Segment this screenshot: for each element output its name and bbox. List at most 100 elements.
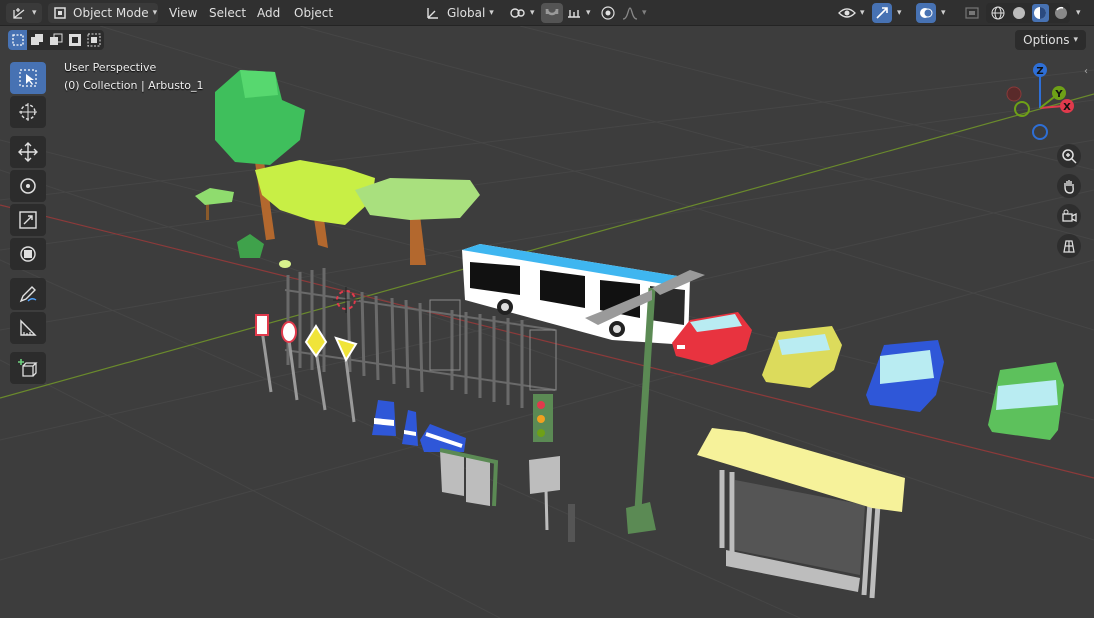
sidebar-toggle-arrow[interactable]: ‹ xyxy=(1084,66,1094,82)
falloff-curve-icon xyxy=(622,7,638,20)
pan-button[interactable] xyxy=(1057,174,1081,198)
navigation-gizmo[interactable]: Z Y X xyxy=(1002,60,1082,150)
snap-target-selector[interactable]: ▾ xyxy=(564,3,594,23)
collection-info-label: (0) Collection | Arbusto_1 xyxy=(64,79,204,92)
xray-toggle[interactable] xyxy=(962,3,982,23)
select-mode-intersect[interactable] xyxy=(84,30,103,50)
shading-solid-button[interactable] xyxy=(1010,4,1027,22)
tool-transform[interactable] xyxy=(10,238,46,270)
scene-canvas[interactable] xyxy=(0,26,1094,618)
view-name-label: User Perspective xyxy=(64,61,157,74)
3d-viewport[interactable]: User Perspective (0) Collection | Arbust… xyxy=(0,26,1094,618)
chevron-down-icon: ▾ xyxy=(897,8,902,18)
ortho-toggle-button[interactable] xyxy=(1057,234,1081,258)
menu-object[interactable]: Object xyxy=(294,4,333,22)
solid-sphere-icon xyxy=(1012,7,1025,19)
gizmo-neg-y-axis[interactable] xyxy=(1014,101,1030,117)
camera-view-button[interactable] xyxy=(1057,204,1081,228)
gizmo-x-label: X xyxy=(1063,102,1071,113)
menu-select[interactable]: Select xyxy=(209,4,246,22)
transform-icon xyxy=(20,246,36,262)
editor-type-button[interactable]: ▾ xyxy=(6,3,42,23)
shading-wireframe-button[interactable] xyxy=(989,4,1006,22)
tool-measure[interactable] xyxy=(10,312,46,344)
proportional-edit-toggle[interactable] xyxy=(598,3,618,23)
mode-selector[interactable]: Object Mode ▾ xyxy=(48,3,158,23)
snap-toggle[interactable] xyxy=(541,3,563,23)
select-invert-icon xyxy=(68,34,81,46)
chevron-down-icon: ▾ xyxy=(1073,35,1078,45)
chevron-down-icon: ▾ xyxy=(642,8,647,18)
zoom-button[interactable] xyxy=(1057,144,1081,168)
chevron-down-icon: ▾ xyxy=(489,8,494,18)
tool-rotate[interactable] xyxy=(10,170,46,202)
select-mode-extend[interactable] xyxy=(27,30,46,50)
material-sphere-icon xyxy=(1034,7,1047,19)
pivot-point-selector[interactable]: ▾ xyxy=(506,3,538,23)
select-subtract-icon xyxy=(49,33,62,45)
chevron-down-icon: ▾ xyxy=(32,8,37,18)
wireframe-sphere-icon xyxy=(991,6,1005,20)
move-icon xyxy=(18,142,38,162)
shading-options[interactable]: ▾ xyxy=(1072,3,1088,23)
chevron-down-icon: ▾ xyxy=(152,8,158,18)
viewport-header: ▾ Object Mode ▾ View Select Add Object G… xyxy=(0,0,1094,26)
snap-magnet-icon xyxy=(545,8,559,16)
overlay-toggle[interactable] xyxy=(916,3,936,23)
tool-select-box[interactable] xyxy=(10,62,46,94)
cursor-icon xyxy=(19,103,37,121)
bollard[interactable] xyxy=(568,504,575,542)
orientation-label: Global xyxy=(447,6,486,20)
object-mode-icon xyxy=(54,7,66,19)
tool-cursor[interactable] xyxy=(10,96,46,128)
tool-add-cube[interactable] xyxy=(10,352,46,384)
tool-scale[interactable] xyxy=(10,204,46,236)
selection-mode-group xyxy=(8,30,104,50)
ortho-grid-icon xyxy=(1063,240,1075,253)
select-mode-subtract[interactable] xyxy=(46,30,65,50)
select-extend-icon xyxy=(30,34,43,45)
car-green[interactable] xyxy=(988,362,1064,440)
gizmo-options[interactable]: ▾ xyxy=(893,3,909,23)
visibility-selector[interactable]: ▾ xyxy=(836,3,866,23)
transform-orientation-selector[interactable]: Global ▾ xyxy=(423,3,499,23)
menu-view[interactable]: View xyxy=(169,4,197,22)
3d-viewport-icon xyxy=(13,8,25,19)
annotate-pencil-icon xyxy=(19,286,37,303)
chevron-down-icon: ▾ xyxy=(1076,8,1081,18)
scale-icon xyxy=(19,211,37,229)
falloff-selector[interactable]: ▾ xyxy=(620,3,648,23)
traffic-light[interactable] xyxy=(533,394,553,442)
gizmo-toggle[interactable] xyxy=(872,3,892,23)
measure-ruler-icon xyxy=(20,319,37,336)
tool-annotate[interactable] xyxy=(10,278,46,310)
pivot-point-icon xyxy=(510,8,525,18)
chevron-down-icon: ▾ xyxy=(530,8,535,18)
camera-icon xyxy=(1062,209,1077,223)
select-mode-invert[interactable] xyxy=(65,30,84,50)
rotate-icon xyxy=(20,178,36,194)
rendered-sphere-icon xyxy=(1055,6,1068,19)
options-dropdown[interactable]: Options ▾ xyxy=(1015,30,1086,50)
overlay-options[interactable]: ▾ xyxy=(937,3,953,23)
proportional-edit-icon xyxy=(601,6,615,20)
chevron-down-icon: ▾ xyxy=(860,8,865,18)
shading-rendered-button[interactable] xyxy=(1053,4,1070,22)
zoom-icon xyxy=(1062,149,1077,164)
tool-move[interactable] xyxy=(10,136,46,168)
menu-add[interactable]: Add xyxy=(257,4,280,22)
overlay-icon xyxy=(920,8,933,18)
select-mode-set[interactable] xyxy=(8,30,27,50)
gizmo-icon xyxy=(876,7,888,19)
visibility-eye-icon xyxy=(838,8,856,18)
gizmo-neg-z-axis[interactable] xyxy=(1032,124,1048,140)
options-label: Options xyxy=(1023,33,1070,47)
shading-mode-group xyxy=(986,3,1070,23)
shading-material-button[interactable] xyxy=(1031,4,1049,22)
snap-target-icon xyxy=(568,10,580,18)
hand-pan-icon xyxy=(1064,180,1074,194)
chevron-down-icon: ▾ xyxy=(941,8,946,18)
add-cube-icon xyxy=(18,359,38,377)
gizmo-neg-x-axis[interactable] xyxy=(1006,86,1022,102)
gizmo-z-label: Z xyxy=(1036,66,1043,77)
